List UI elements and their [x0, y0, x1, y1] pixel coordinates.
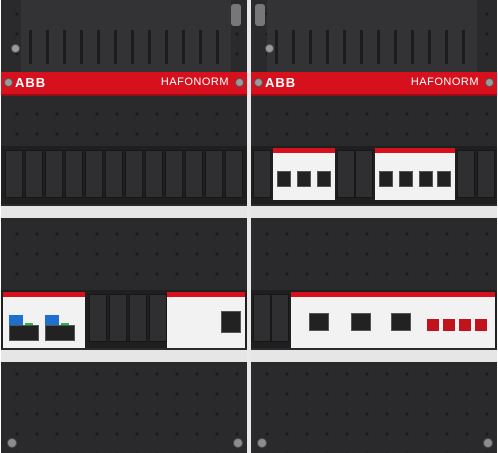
distribution-panel-right: ABB HAFONORM [251, 0, 497, 453]
screw-icon [483, 438, 493, 448]
label-strip [251, 206, 497, 218]
screw-icon [4, 78, 13, 87]
brand-label: HAFONORM [160, 76, 229, 88]
breaker-group-2[interactable] [375, 148, 455, 200]
top-cover [267, 0, 477, 74]
screw-icon [257, 438, 267, 448]
screw-icon [485, 78, 494, 87]
abb-logo: ABB [15, 75, 47, 90]
din-rail-row-2 [251, 290, 497, 348]
din-rail-row-2 [1, 290, 247, 348]
din-rail-row-1 [1, 146, 247, 204]
rcbo-group[interactable] [291, 292, 495, 348]
screw-icon [254, 78, 263, 87]
breaker-group-1[interactable] [273, 148, 335, 200]
screw-icon [7, 438, 17, 448]
cover-slots [29, 30, 223, 64]
top-cover [21, 0, 231, 74]
hinge [231, 4, 241, 26]
screw-icon [233, 438, 243, 448]
abb-logo: ABB [265, 75, 297, 90]
label-strip [251, 350, 497, 362]
distribution-panel-left: ABB HAFONORM [1, 0, 247, 453]
cover-slots [275, 30, 469, 64]
brand-strip: ABB HAFONORM [251, 72, 497, 96]
screw-icon [265, 44, 274, 53]
screw-icon [11, 44, 20, 53]
rcd-breaker-pair[interactable] [3, 292, 85, 348]
main-switch[interactable] [167, 292, 245, 348]
screw-icon [235, 78, 244, 87]
din-rail-row-1 [251, 146, 497, 204]
hinge [255, 4, 265, 26]
label-strip [1, 206, 247, 218]
brand-label: HAFONORM [410, 76, 479, 88]
brand-strip: ABB HAFONORM [1, 72, 247, 96]
label-strip [1, 350, 247, 362]
